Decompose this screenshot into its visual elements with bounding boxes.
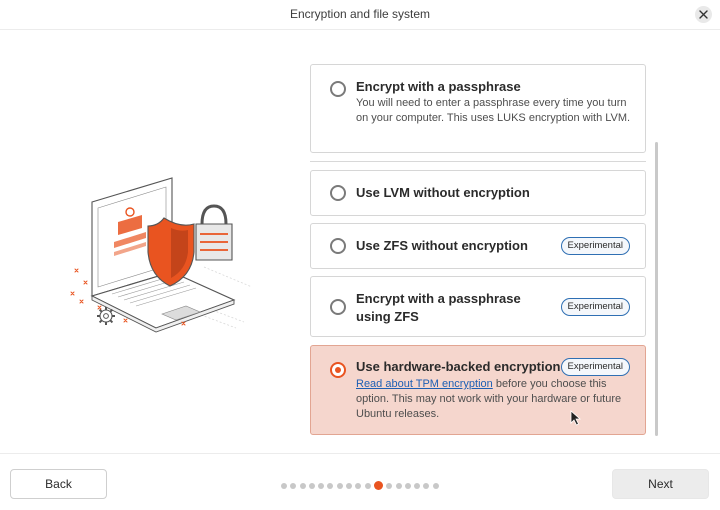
progress-dot: [318, 482, 325, 489]
options-scrollbar[interactable]: [655, 142, 658, 436]
radio-encrypt-passphrase[interactable]: [330, 81, 346, 97]
close-icon: [699, 10, 708, 19]
laptop-shield-illustration: [70, 177, 253, 333]
progress-dot: [308, 482, 315, 489]
progress-dot: [364, 482, 371, 489]
option-encrypt-passphrase[interactable]: Encrypt with a passphrase You will need …: [310, 64, 646, 153]
option-label: Use ZFS without encryption: [356, 238, 528, 253]
experimental-badge: Experimental: [560, 358, 630, 376]
option-label: Encrypt with a passphrase using ZFS: [356, 291, 521, 324]
radio-encrypt-passphrase-zfs[interactable]: [330, 299, 346, 315]
option-description: You will need to enter a passphrase ever…: [356, 97, 631, 124]
progress-dot: [346, 482, 353, 489]
progress-dot: [386, 482, 393, 489]
option-label: Encrypt with a passphrase: [356, 79, 521, 94]
next-button[interactable]: Next: [612, 469, 709, 499]
tpm-encryption-link[interactable]: Read about TPM encryption: [356, 378, 493, 390]
option-encrypt-passphrase-zfs[interactable]: Encrypt with a passphrase using ZFS Expe…: [310, 276, 646, 337]
progress-dot: [432, 482, 439, 489]
progress-dot: [336, 482, 343, 489]
option-zfs-no-encryption[interactable]: Use ZFS without encryption Experimental: [310, 223, 646, 269]
title-bar: Encryption and file system: [0, 0, 720, 30]
option-label: Use LVM without encryption: [356, 185, 530, 200]
progress-dot: [414, 482, 421, 489]
progress-dot: [423, 482, 430, 489]
mouse-pointer-icon: [570, 410, 582, 426]
progress-dot: [355, 482, 362, 489]
experimental-badge: Experimental: [560, 298, 630, 316]
progress-dot-current: [373, 481, 383, 490]
radio-lvm-no-encryption[interactable]: [330, 185, 346, 201]
back-button[interactable]: Back: [10, 469, 107, 499]
progress-dot: [404, 482, 411, 489]
progress-dot: [327, 482, 334, 489]
section-divider: [310, 161, 646, 162]
progress-dot: [281, 482, 287, 489]
progress-dot: [299, 482, 306, 489]
window-title: Encryption and file system: [289, 7, 431, 21]
progress-dot: [290, 482, 297, 489]
option-description: Read about TPM encryption before you cho…: [356, 377, 636, 422]
progress-dot: [395, 482, 402, 489]
option-lvm-no-encryption[interactable]: Use LVM without encryption: [310, 170, 646, 216]
radio-zfs-no-encryption[interactable]: [330, 238, 346, 254]
close-button[interactable]: [695, 6, 712, 23]
experimental-badge: Experimental: [560, 237, 630, 255]
option-hardware-backed-encryption[interactable]: Use hardware-backed encryption Experimen…: [310, 345, 646, 435]
progress-dots: [281, 481, 442, 490]
radio-hardware-backed-encryption[interactable]: [330, 362, 346, 378]
option-label: Use hardware-backed encryption: [356, 359, 561, 374]
footer-bar: Back Next: [0, 453, 720, 510]
